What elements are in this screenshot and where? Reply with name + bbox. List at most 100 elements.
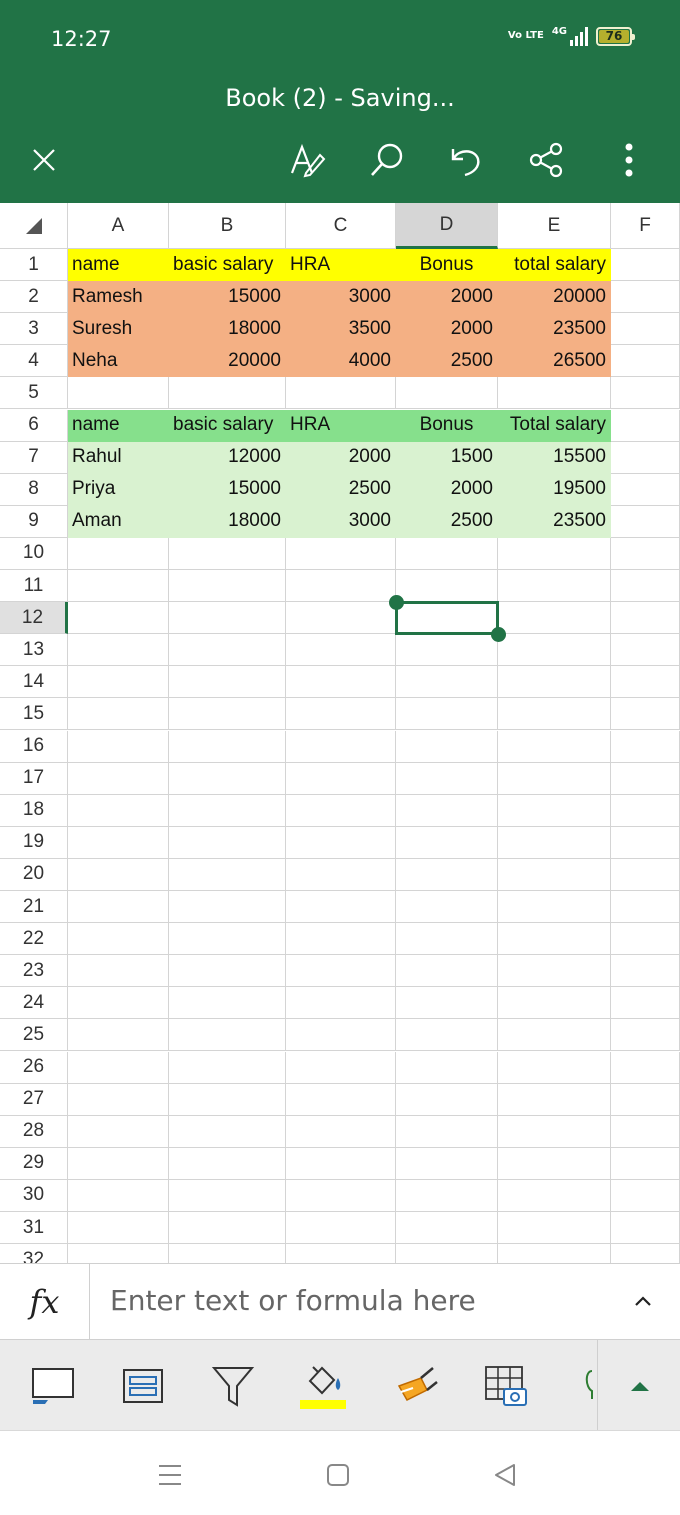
cell-d16[interactable]	[396, 730, 498, 763]
cell-d9[interactable]: 2500	[396, 505, 498, 538]
cell-e22[interactable]	[498, 923, 611, 956]
cell-e23[interactable]	[498, 955, 611, 988]
cell-a30[interactable]	[68, 1179, 169, 1212]
cell-e6[interactable]: Total salary	[498, 409, 611, 442]
cell-f23[interactable]	[611, 955, 680, 988]
cell-c11[interactable]	[286, 570, 396, 603]
cell-e10[interactable]	[498, 537, 611, 570]
row-header-12[interactable]: 12	[0, 602, 68, 635]
cell-c3[interactable]: 3500	[286, 313, 396, 346]
column-header-c[interactable]: C	[286, 203, 396, 249]
cell-a18[interactable]	[68, 794, 169, 827]
recent-apps-icon[interactable]	[150, 1457, 190, 1493]
row-header-25[interactable]: 25	[0, 1019, 68, 1052]
cell-f2[interactable]	[611, 281, 680, 314]
text-edit-icon[interactable]	[285, 138, 329, 182]
cell-f14[interactable]	[611, 666, 680, 699]
cell-b11[interactable]	[169, 570, 286, 603]
cell-a5[interactable]	[68, 377, 169, 410]
cell-d18[interactable]	[396, 794, 498, 827]
cell-d11[interactable]	[396, 570, 498, 603]
row-header-24[interactable]: 24	[0, 987, 68, 1020]
cell-b15[interactable]	[169, 698, 286, 731]
cell-a2[interactable]: Ramesh	[68, 281, 169, 314]
row-header-10[interactable]: 10	[0, 537, 68, 570]
cell-c6[interactable]: HRA	[286, 409, 396, 442]
cell-a17[interactable]	[68, 762, 169, 795]
cell-a16[interactable]	[68, 730, 169, 763]
cell-b2[interactable]: 15000	[169, 281, 286, 314]
cell-e11[interactable]	[498, 570, 611, 603]
row-header-14[interactable]: 14	[0, 666, 68, 699]
cell-e4[interactable]: 26500	[498, 345, 611, 378]
cell-d24[interactable]	[396, 987, 498, 1020]
row-header-21[interactable]: 21	[0, 891, 68, 924]
cell-c17[interactable]	[286, 762, 396, 795]
cell-b25[interactable]	[169, 1019, 286, 1052]
cell-b23[interactable]	[169, 955, 286, 988]
cell-e7[interactable]: 15500	[498, 441, 611, 474]
cell-f20[interactable]	[611, 858, 680, 891]
cell-b18[interactable]	[169, 794, 286, 827]
row-header-4[interactable]: 4	[0, 345, 68, 378]
cell-f9[interactable]	[611, 505, 680, 538]
cell-c26[interactable]	[286, 1051, 396, 1084]
more-options-icon[interactable]	[607, 138, 651, 182]
cell-d2[interactable]: 2000	[396, 281, 498, 314]
cell-e15[interactable]	[498, 698, 611, 731]
cell-c24[interactable]	[286, 987, 396, 1020]
selection-handle-top-left[interactable]	[389, 595, 404, 611]
cell-d4[interactable]: 2500	[396, 345, 498, 378]
cell-a7[interactable]: Rahul	[68, 441, 169, 474]
cell-c15[interactable]	[286, 698, 396, 731]
cell-e18[interactable]	[498, 794, 611, 827]
cell-c27[interactable]	[286, 1083, 396, 1116]
column-header-d[interactable]: D	[396, 203, 498, 249]
close-icon[interactable]	[22, 138, 66, 182]
cell-c23[interactable]	[286, 955, 396, 988]
row-header-8[interactable]: 8	[0, 473, 68, 506]
cell-f1[interactable]	[611, 249, 680, 282]
cell-d17[interactable]	[396, 762, 498, 795]
cell-e27[interactable]	[498, 1083, 611, 1116]
column-header-e[interactable]: E	[498, 203, 611, 249]
cell-f7[interactable]	[611, 441, 680, 474]
cell-c32[interactable]	[286, 1244, 396, 1263]
cell-c18[interactable]	[286, 794, 396, 827]
cell-a14[interactable]	[68, 666, 169, 699]
cell-d27[interactable]	[396, 1083, 498, 1116]
cell-b7[interactable]: 12000	[169, 441, 286, 474]
cell-f8[interactable]	[611, 473, 680, 506]
cell-d32[interactable]	[396, 1244, 498, 1263]
cell-f24[interactable]	[611, 987, 680, 1020]
cell-c25[interactable]	[286, 1019, 396, 1052]
row-header-22[interactable]: 22	[0, 923, 68, 956]
row-header-9[interactable]: 9	[0, 505, 68, 538]
cell-f28[interactable]	[611, 1115, 680, 1148]
cell-b17[interactable]	[169, 762, 286, 795]
filter-icon[interactable]	[207, 1360, 259, 1412]
cell-d22[interactable]	[396, 923, 498, 956]
back-icon[interactable]	[485, 1457, 525, 1493]
cell-c14[interactable]	[286, 666, 396, 699]
cell-d29[interactable]	[396, 1147, 498, 1180]
row-header-29[interactable]: 29	[0, 1147, 68, 1180]
cell-b10[interactable]	[169, 537, 286, 570]
cell-a28[interactable]	[68, 1115, 169, 1148]
cell-b13[interactable]	[169, 634, 286, 667]
chevron-up-icon[interactable]	[628, 1286, 658, 1316]
cell-d23[interactable]	[396, 955, 498, 988]
cell-a8[interactable]: Priya	[68, 473, 169, 506]
cell-f16[interactable]	[611, 730, 680, 763]
cell-a27[interactable]	[68, 1083, 169, 1116]
cell-e28[interactable]	[498, 1115, 611, 1148]
cell-a12[interactable]	[68, 602, 169, 635]
cell-e13[interactable]	[498, 634, 611, 667]
cell-c8[interactable]: 2500	[286, 473, 396, 506]
cell-c28[interactable]	[286, 1115, 396, 1148]
cell-f27[interactable]	[611, 1083, 680, 1116]
row-header-23[interactable]: 23	[0, 955, 68, 988]
cell-d3[interactable]: 2000	[396, 313, 498, 346]
cell-e30[interactable]	[498, 1179, 611, 1212]
column-header-f[interactable]: F	[611, 203, 680, 249]
